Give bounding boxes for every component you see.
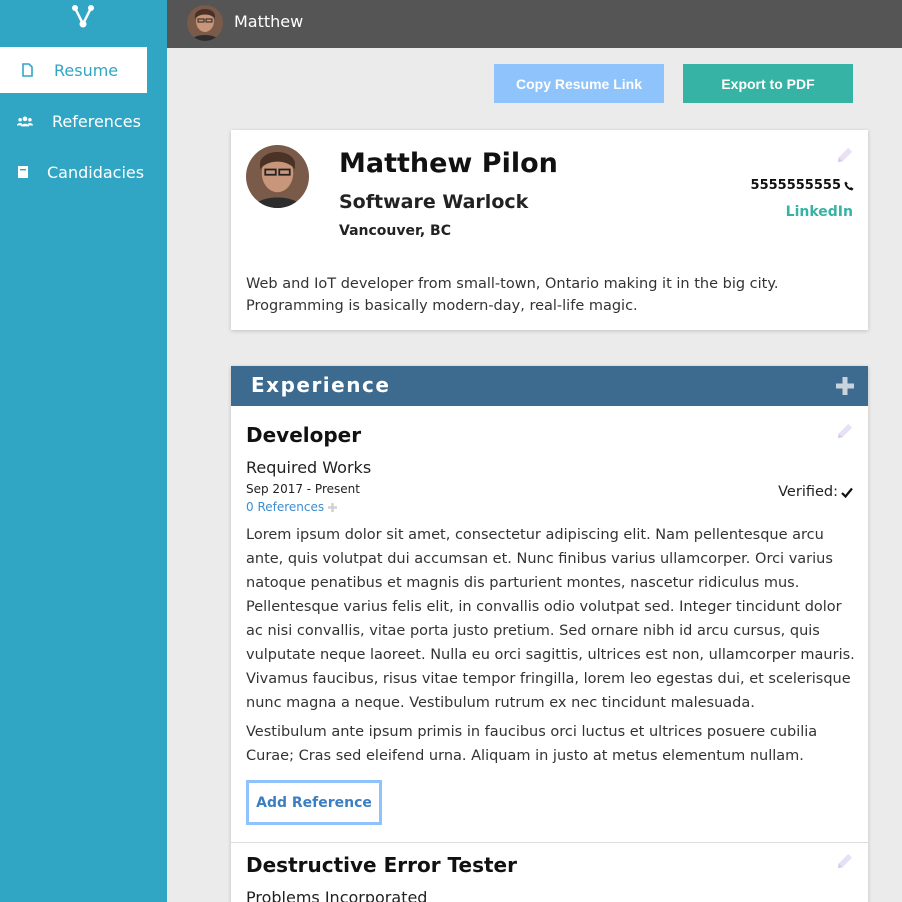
job-title: Destructive Error Tester <box>246 853 517 877</box>
sidebar: Resume References Candidacies <box>0 0 167 902</box>
job-divider <box>231 842 868 843</box>
document-icon <box>19 62 35 78</box>
user-name[interactable]: Matthew <box>234 12 303 31</box>
profile-avatar <box>246 145 309 208</box>
sidebar-item-label: References <box>52 111 141 131</box>
top-bar: Matthew <box>167 0 902 48</box>
job-description: Vestibulum ante ipsum primis in faucibus… <box>246 724 818 764</box>
edit-pencil-icon[interactable] <box>835 852 854 871</box>
sidebar-item-candidacies[interactable]: Candidacies <box>0 149 147 195</box>
sidebar-item-resume[interactable]: Resume <box>0 47 147 93</box>
phone-number: 5555555555 <box>750 178 841 193</box>
experience-heading: Experience <box>251 373 391 397</box>
profile-card: Matthew Pilon Software Warlock Vancouver… <box>231 130 868 330</box>
copy-resume-link-button[interactable]: Copy Resume Link <box>494 64 664 103</box>
sidebar-item-label: Candidacies <box>47 162 145 182</box>
profile-phone: 5555555555 <box>751 178 854 193</box>
app-logo-icon[interactable] <box>71 4 95 30</box>
experience-header: Experience <box>231 366 868 406</box>
edit-pencil-icon[interactable] <box>835 146 854 165</box>
plus-icon[interactable] <box>328 502 338 512</box>
people-icon <box>17 113 33 129</box>
job-dates: Sep 2017 - Present <box>246 482 360 496</box>
phone-icon <box>844 181 854 190</box>
profile-title: Software Warlock <box>339 191 529 213</box>
job-company: Required Works <box>246 458 372 477</box>
sidebar-item-label: Resume <box>54 60 119 80</box>
checkmark-icon <box>841 487 853 498</box>
file-icon <box>15 164 31 180</box>
profile-name: Matthew Pilon <box>339 148 558 179</box>
linkedin-link[interactable]: LinkedIn <box>786 204 853 220</box>
add-reference-button[interactable]: Add Reference <box>246 780 382 825</box>
verified-label: Verified: <box>778 484 838 500</box>
export-pdf-button[interactable]: Export to PDF <box>683 64 853 103</box>
experience-card: Experience Developer Required Works Sep … <box>231 366 868 902</box>
job-references: 0 References <box>246 500 338 514</box>
job-company: Problems Incorporated <box>246 888 428 902</box>
verified-status: Verified: <box>778 484 853 500</box>
user-avatar[interactable] <box>187 5 223 41</box>
edit-pencil-icon[interactable] <box>835 422 854 441</box>
sidebar-item-references[interactable]: References <box>0 98 147 144</box>
job-title: Developer <box>246 423 362 447</box>
profile-bio: Web and IoT developer from small-town, O… <box>246 276 779 314</box>
references-link[interactable]: 0 References <box>246 500 324 514</box>
add-experience-icon[interactable] <box>836 377 854 395</box>
job-description: Lorem ipsum dolor sit amet, consectetur … <box>246 527 855 711</box>
profile-location: Vancouver, BC <box>339 223 451 239</box>
